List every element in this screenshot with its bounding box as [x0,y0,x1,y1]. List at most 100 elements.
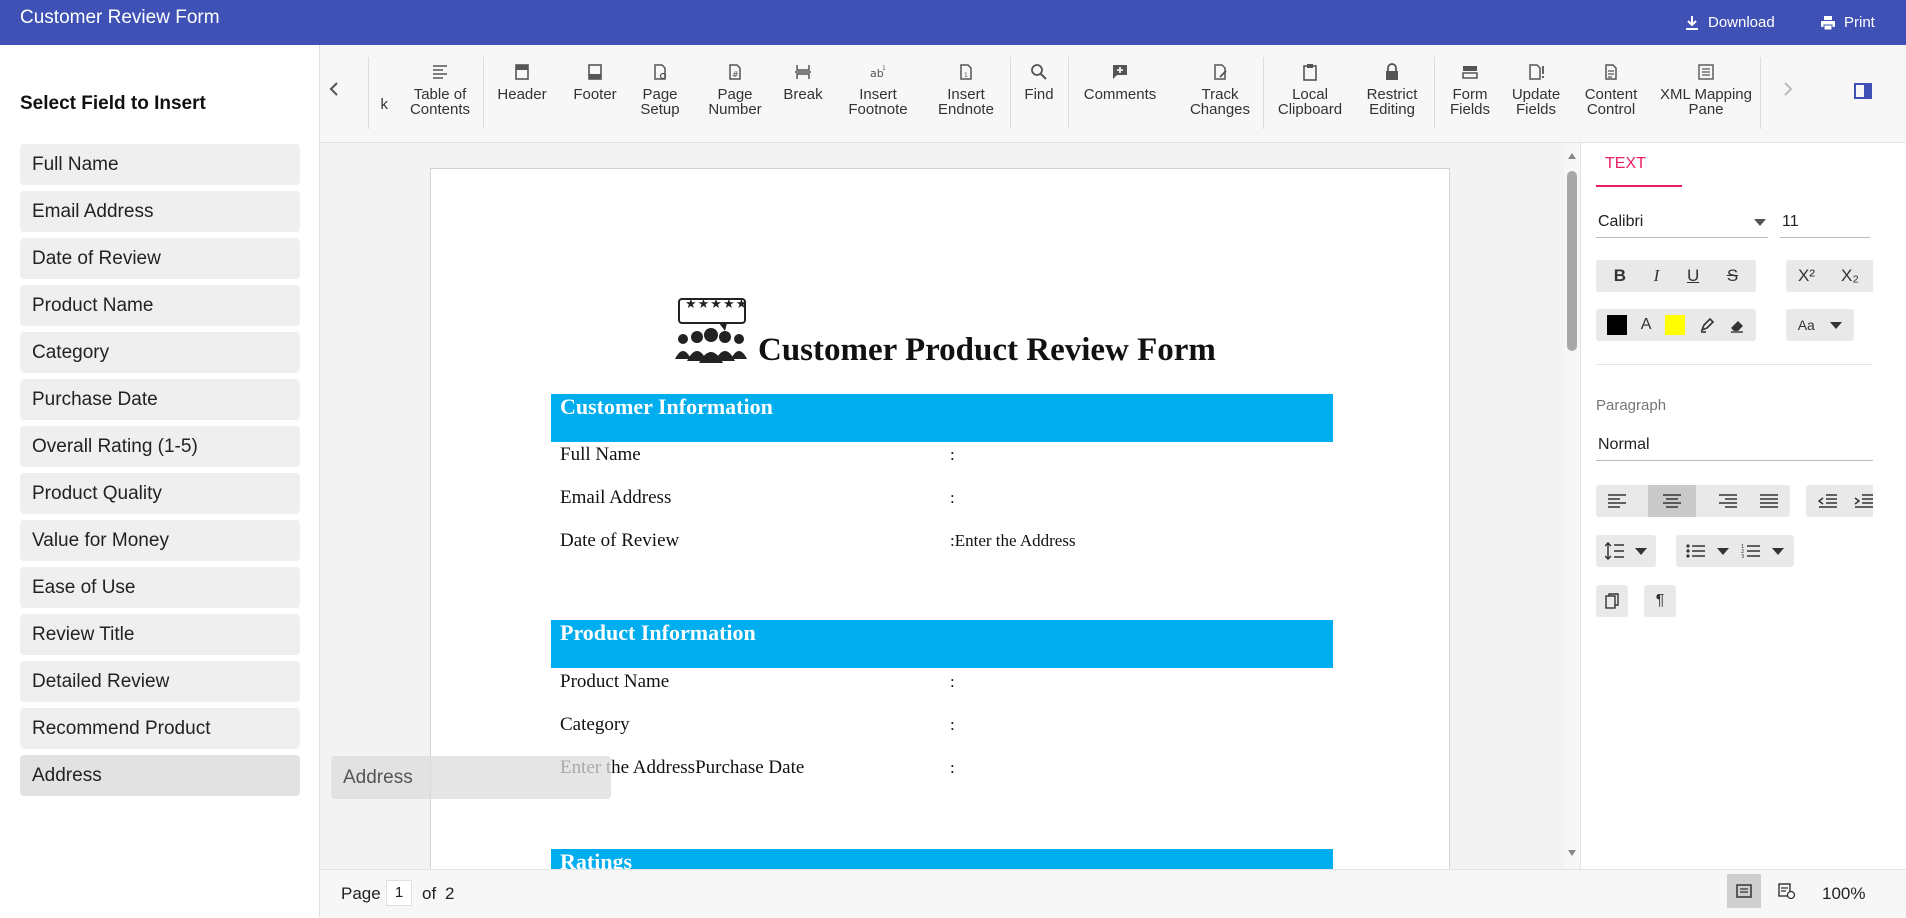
row-value-purchase-date[interactable]: : [950,758,955,778]
scrollbar-thumb[interactable] [1567,171,1577,351]
tool-label: Track Changes [1189,86,1251,118]
scroll-up-icon[interactable] [1567,152,1577,160]
italic-button[interactable]: I [1654,266,1660,286]
tool-page-number[interactable]: # Page Number [703,63,767,117]
page-number-icon: # [729,64,741,80]
print-label: Print [1844,14,1875,31]
tool-label: Break [783,86,823,103]
tool-form-fields[interactable]: Form Fields [1442,63,1498,117]
download-button[interactable]: Download [1684,14,1775,31]
web-layout-button[interactable] [1770,874,1804,908]
tab-text-underline [1596,185,1682,187]
field-item-product-name[interactable]: Product Name [20,285,300,326]
tool-content-control[interactable]: Content Control [1576,63,1646,117]
toolbar-scroll-left[interactable] [328,81,340,103]
align-center-button[interactable] [1648,485,1697,517]
eraser-icon[interactable] [1729,317,1745,333]
print-layout-button[interactable] [1727,874,1761,908]
drag-ghost-address[interactable]: Address [331,756,611,799]
toolbar-scroll-right[interactable] [1782,81,1794,103]
font-family-select[interactable]: Calibri [1596,207,1768,238]
change-case-button[interactable]: Aa [1786,309,1854,341]
font-size-select[interactable]: 11 [1780,207,1870,238]
show-hide-marks-button[interactable]: ¶ [1644,585,1676,617]
paragraph-dialog-button[interactable] [1596,585,1628,617]
row-value-email-address[interactable]: : [950,488,955,508]
tool-update-fields[interactable]: Update Fields [1504,63,1568,117]
toolbar-separator [1760,57,1761,129]
field-item-category[interactable]: Category [20,332,300,373]
field-item-overall-rating[interactable]: Overall Rating (1-5) [20,426,300,467]
align-right-icon[interactable] [1718,493,1738,509]
field-item-full-name[interactable]: Full Name [20,144,300,185]
scroll-down-icon[interactable] [1567,849,1577,857]
toolbar-separator [1434,57,1435,129]
underline-button[interactable]: U [1687,266,1699,286]
font-color-label-icon[interactable]: A [1641,316,1652,334]
chevron-down-icon[interactable] [1772,547,1785,555]
field-item-product-quality[interactable]: Product Quality [20,473,300,514]
field-item-review-title[interactable]: Review Title [20,614,300,655]
tool-comments[interactable]: Comments [1078,63,1162,102]
svg-text:3: 3 [1741,554,1744,559]
increase-indent-icon[interactable] [1854,493,1873,509]
highlighter-icon[interactable] [1699,317,1715,333]
change-case-label: Aa [1797,317,1815,333]
subscript-button[interactable]: X₂ [1841,266,1859,286]
field-item-purchase-date[interactable]: Purchase Date [20,379,300,420]
properties-pane-toggle[interactable] [1854,83,1872,105]
decrease-indent-icon[interactable] [1818,493,1838,509]
field-item-date-of-review[interactable]: Date of Review [20,238,300,279]
update-fields-icon [1529,64,1544,80]
sidebar-title: Select Field to Insert [20,93,206,114]
tool-local-clipboard[interactable]: Local Clipboard [1270,63,1350,117]
tool-footer[interactable]: Footer [565,63,625,102]
bold-button[interactable]: B [1614,266,1626,286]
justify-icon[interactable] [1759,493,1779,509]
print-button[interactable]: Print [1820,14,1875,31]
tool-restrict-editing[interactable]: Restrict Editing [1354,63,1430,117]
field-item-ease-of-use[interactable]: Ease of Use [20,567,300,608]
tool-break[interactable]: Break [778,63,828,102]
field-item-value-for-money[interactable]: Value for Money [20,520,300,561]
bullet-list-icon[interactable] [1686,543,1706,559]
font-color-button[interactable] [1606,315,1627,335]
field-sidebar: Select Field to Insert Full Name Email A… [0,45,320,917]
field-item-email-address[interactable]: Email Address [20,191,300,232]
tool-table-of-contents[interactable]: Table of Contents [400,63,480,117]
field-item-detailed-review[interactable]: Detailed Review [20,661,300,702]
tab-text[interactable]: TEXT [1605,155,1646,173]
row-value-full-name[interactable]: : [950,445,955,465]
pane-toggle-icon [1854,83,1872,99]
of-label: of [422,884,437,903]
tool-insert-endnote[interactable]: 1 Insert Endnote [926,63,1006,117]
strikethrough-button[interactable]: S [1727,266,1738,286]
highlight-color-button[interactable] [1665,315,1686,335]
align-left-icon[interactable] [1607,493,1627,509]
numbered-list-icon[interactable]: 123 [1741,543,1761,559]
copy-format-icon [1605,593,1619,609]
row-value-category[interactable]: : [950,715,955,735]
row-value-product-name[interactable]: : [950,672,955,692]
document-scrollbar[interactable] [1564,143,1580,869]
field-item-recommend-product[interactable]: Recommend Product [20,708,300,749]
paragraph-style-select[interactable]: Normal [1596,430,1873,461]
tool-insert-footnote[interactable]: ab 1 Insert Footnote [838,63,918,117]
row-value-date-of-review[interactable]: :Enter the Address [950,531,1076,551]
tool-header[interactable]: Header [488,63,556,102]
zoom-level[interactable]: 100% [1822,884,1865,904]
tool-find[interactable]: Find [1016,63,1062,102]
page-number-input[interactable]: 1 [386,880,412,906]
superscript-button[interactable]: X² [1798,266,1815,286]
tool-page-setup[interactable]: Page Setup [632,63,688,117]
xml-mapping-icon [1698,64,1714,80]
lock-icon [1386,63,1398,80]
chevron-down-icon[interactable] [1717,547,1730,555]
footer-icon [588,64,602,80]
tool-track-changes[interactable]: Track Changes [1182,63,1258,117]
field-item-address[interactable]: Address [20,755,300,796]
toolbar-separator [1068,57,1069,129]
tool-xml-mapping-pane[interactable]: XML Mapping Pane [1656,63,1756,117]
content-control-icon [1605,64,1617,80]
line-spacing-button[interactable] [1596,535,1656,567]
